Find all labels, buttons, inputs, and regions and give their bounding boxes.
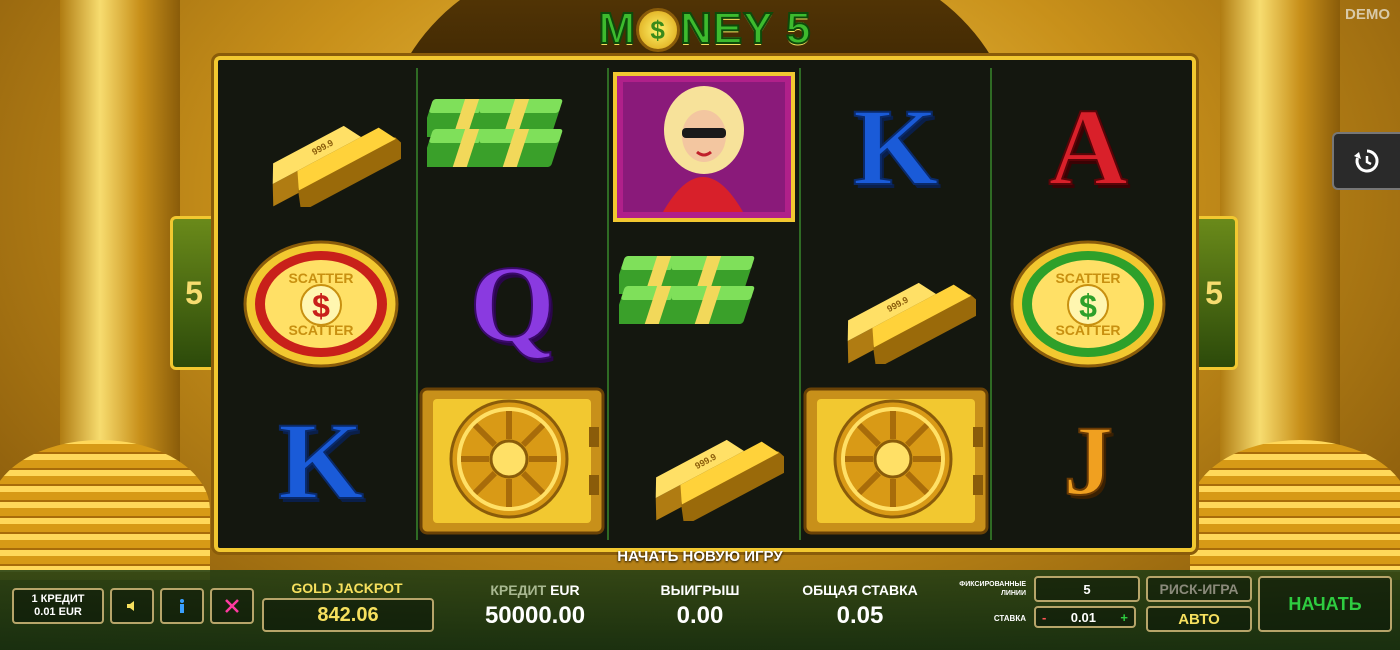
reel-cell-scatter-green: SCATTER SCATTER $	[992, 225, 1184, 382]
control-bar: 1 КРЕДИТ 0.01 EUR GOLD JACKPOT 842.06 КР…	[0, 570, 1400, 650]
vault-door-icon	[419, 387, 605, 535]
symbol-j: J	[1062, 405, 1114, 517]
auto-button[interactable]: АВТО	[1146, 606, 1252, 632]
credit-value: 50000.00	[484, 602, 586, 629]
reel-cell-K: K	[801, 68, 991, 225]
reel-cell-Q: Q	[418, 225, 608, 382]
lines-indicator-right: 5	[1190, 216, 1238, 370]
scatter-green-icon: SCATTER SCATTER $	[1010, 240, 1166, 368]
gamble-button[interactable]: РИСК-ИГРА	[1146, 576, 1252, 602]
win-label: ВЫИГРЫШ	[660, 582, 740, 598]
fullscreen-icon	[225, 599, 239, 613]
lines-indicator-value: 5	[185, 274, 203, 311]
symbol-k: K	[852, 85, 940, 208]
info-icon	[180, 599, 184, 613]
reel-cell-lady	[609, 68, 799, 225]
bet-decrease-button[interactable]: -	[1042, 610, 1046, 625]
reel-cell-vault	[801, 383, 991, 540]
sound-button[interactable]	[110, 588, 154, 624]
sound-icon	[127, 601, 134, 611]
bet-stepper[interactable]: - 0.01 +	[1034, 606, 1136, 628]
reel-cell-scatter-red: SCATTER SCATTER $	[226, 225, 416, 382]
reel-cell-vault	[418, 383, 608, 540]
wild-lady-icon	[612, 71, 795, 222]
reel-cell-cash-stack	[609, 225, 799, 382]
credit-label-text: КРЕДИТ	[490, 582, 547, 598]
reel-frame: 999.9 SCATTER SCATTER $ K Q 999.9 K 999.…	[214, 56, 1196, 552]
reel-cell-K: K	[226, 383, 416, 540]
credit-info-line2: 0.01 EUR	[34, 606, 82, 618]
svg-text:$: $	[1079, 288, 1097, 324]
total-bet-value: 0.05	[836, 602, 884, 629]
scatter-red-icon: SCATTER SCATTER $	[243, 240, 399, 368]
replay-button[interactable]	[1332, 132, 1400, 190]
vault-door-icon	[803, 387, 989, 535]
jackpot-value: 842.06	[262, 598, 434, 632]
game-logo: M $ NEY 5	[597, 3, 812, 54]
win-value: 0.00	[676, 602, 724, 629]
reel: 999.9 SCATTER SCATTER $ K	[226, 68, 418, 540]
reel: A SCATTER SCATTER $ J	[992, 68, 1184, 540]
status-message: НАЧАТЬ НОВУЮ ИГРУ	[617, 548, 783, 565]
svg-text:SCATTER: SCATTER	[1056, 270, 1121, 286]
reel-cell-cash-stack	[418, 68, 608, 225]
lines-indicator-left: 5	[170, 216, 218, 370]
svg-text:SCATTER: SCATTER	[288, 270, 353, 286]
credit-currency: EUR	[550, 582, 580, 598]
total-bet-label: ОБЩАЯ СТАВКА	[802, 582, 918, 598]
bet-increase-button[interactable]: +	[1120, 610, 1128, 625]
jackpot-label: GOLD JACKPOT	[291, 580, 403, 596]
reel-cell-gold-bars: 999.9	[609, 383, 799, 540]
credit-info-line1: 1 КРЕДИТ	[31, 593, 85, 605]
gold-bars-icon: 999.9	[847, 282, 976, 364]
reel: 999.9	[609, 68, 801, 540]
reel: K 999.9	[801, 68, 993, 540]
reel-cell-J: J	[992, 383, 1184, 540]
credit-label: КРЕДИТ EUR	[470, 582, 600, 598]
info-button[interactable]	[160, 588, 204, 624]
bet-label: СТАВКА	[993, 614, 1026, 623]
logo-coin-icon: $	[636, 8, 681, 52]
start-button[interactable]: НАЧАТЬ	[1258, 576, 1392, 632]
fullscreen-button[interactable]	[210, 588, 254, 624]
bet-value: 0.01	[1070, 609, 1097, 625]
symbol-k: K	[277, 400, 365, 523]
svg-text:$: $	[312, 288, 330, 324]
cash-stack-icon	[427, 98, 563, 167]
symbol-q: Q	[469, 242, 557, 365]
symbol-a: A	[1047, 85, 1128, 208]
demo-label: DEMO	[1345, 6, 1390, 23]
lines-indicator-value: 5	[1205, 274, 1223, 311]
reel-cell-gold-bars: 999.9	[226, 68, 416, 225]
reel-cell-A: A	[992, 68, 1184, 225]
reel: Q	[418, 68, 610, 540]
fixed-lines-value: 5	[1034, 576, 1140, 602]
reel-cell-gold-bars: 999.9	[801, 225, 991, 382]
credit-info[interactable]: 1 КРЕДИТ 0.01 EUR	[12, 588, 104, 624]
fixed-lines-label: ФИКСИРОВАННЫЕ ЛИНИИ	[959, 581, 1026, 597]
reels-grid: 999.9 SCATTER SCATTER $ K Q 999.9 K 999.…	[226, 68, 1184, 540]
cash-stack-icon	[618, 255, 755, 324]
gold-bars-icon: 999.9	[272, 125, 401, 207]
replay-icon	[1354, 149, 1379, 173]
gold-bars-icon: 999.9	[655, 440, 784, 522]
